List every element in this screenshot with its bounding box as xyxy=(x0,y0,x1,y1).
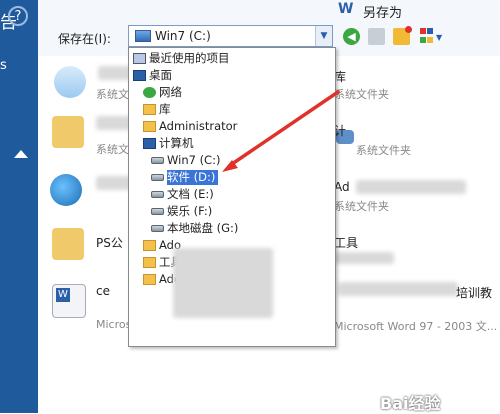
dropdown-item[interactable]: 软件 (D:) xyxy=(151,170,219,185)
dropdown-item[interactable]: Win7 (C:) xyxy=(151,153,223,168)
dropdown-item-label: 本地磁盘 (G:) xyxy=(167,221,239,235)
dropdown-item-label: 软件 (D:) xyxy=(167,170,216,184)
recent-icon xyxy=(133,53,146,64)
new-folder-icon[interactable] xyxy=(393,26,412,45)
view-menu-icon[interactable] xyxy=(420,28,434,45)
dropdown-item[interactable]: 本地磁盘 (G:) xyxy=(151,221,241,236)
dropdown-item[interactable]: 娱乐 (F:) xyxy=(151,204,215,219)
desktop-icon xyxy=(133,70,146,81)
file-name: Ad xyxy=(334,180,350,194)
file-name: 工具 xyxy=(334,236,359,250)
dropdown-item-label: 桌面 xyxy=(149,68,172,82)
save-as-icon: W xyxy=(338,1,354,17)
word-document-icon[interactable]: W xyxy=(52,284,86,318)
folder-icon[interactable] xyxy=(52,116,84,148)
folder-icon[interactable] xyxy=(52,228,84,260)
file-name: ce xyxy=(96,284,110,298)
up-folder-icon[interactable] xyxy=(368,28,385,45)
search-folder-icon xyxy=(143,257,156,268)
cloud-library-icon[interactable] xyxy=(54,66,86,98)
dropdown-item-label: Administrator xyxy=(159,119,238,133)
file-subtitle: 系统文 xyxy=(96,88,129,101)
network-globe-icon[interactable] xyxy=(50,174,82,206)
back-icon[interactable]: ◀ xyxy=(343,28,360,45)
file-subtitle: 系统文件夹 xyxy=(356,144,411,157)
panel-text-fragment: s xyxy=(0,58,7,73)
dropdown-item-label: 娱乐 (F:) xyxy=(167,204,213,218)
folder-icon xyxy=(143,240,156,251)
network-icon xyxy=(143,87,156,98)
dropdown-item[interactable]: 文档 (E:) xyxy=(151,187,217,202)
dialog-title: 另存为 xyxy=(363,6,403,21)
user-folder-icon xyxy=(143,121,156,132)
location-dropdown-list[interactable]: 最近使用的项目 桌面网络库 Administrator 计算机 Win7 (C:) 软件 … xyxy=(128,47,336,347)
dropdown-item-label: 最近使用的项目 xyxy=(149,51,230,65)
blurred-region xyxy=(173,248,273,318)
system-drive-icon xyxy=(151,157,164,164)
watermark: Bai经验 xyxy=(380,394,441,413)
help-icon[interactable]: ? xyxy=(8,6,28,26)
dropdown-item-label: 库 xyxy=(159,102,171,116)
blurred-name xyxy=(356,180,466,194)
file-subtitle: 系统文件夹 xyxy=(334,88,389,101)
blurred-name xyxy=(338,282,458,296)
dropdown-item[interactable]: 库 xyxy=(143,102,174,117)
file-subtitle: 系统文 xyxy=(96,143,129,156)
drive-icon xyxy=(151,174,164,181)
dropdown-item[interactable]: 最近使用的项目 xyxy=(133,51,233,66)
dropdown-item-label: 计算机 xyxy=(159,136,194,150)
dropdown-item[interactable]: 计算机 xyxy=(143,136,197,151)
folder-icon xyxy=(143,274,156,285)
dropdown-item[interactable]: Administrator xyxy=(143,119,240,134)
collapse-up-icon[interactable] xyxy=(14,150,28,158)
location-combobox[interactable]: Win7 (C:) ▼ xyxy=(128,25,333,47)
dropdown-item-label: Win7 (C:) xyxy=(167,153,221,167)
file-name: PS公 xyxy=(96,236,123,250)
view-dropdown-icon[interactable]: ▼ xyxy=(436,33,442,42)
file-subtitle: Microsoft Word 97 - 2003 文... xyxy=(334,320,498,333)
save-in-label: 保存在(I): xyxy=(58,32,111,46)
system-drive-icon xyxy=(135,30,151,42)
file-name: 培训教 xyxy=(456,286,493,300)
drive-icon xyxy=(151,191,164,198)
left-panel: 告 s xyxy=(0,0,38,413)
drive-icon xyxy=(151,208,164,215)
blurred-name xyxy=(334,252,394,264)
location-value: Win7 (C:) xyxy=(155,29,211,43)
computer-icon xyxy=(143,138,156,149)
drive-icon xyxy=(151,225,164,232)
dropdown-item-label: 网络 xyxy=(159,85,182,99)
dropdown-item[interactable]: 网络 xyxy=(143,85,185,100)
chevron-down-icon[interactable]: ▼ xyxy=(315,26,332,46)
dropdown-item[interactable]: 桌面 xyxy=(133,68,175,83)
dropdown-item-label: 文档 (E:) xyxy=(167,187,214,201)
file-subtitle: 系统文件夹 xyxy=(334,200,389,213)
library-icon xyxy=(143,104,156,115)
